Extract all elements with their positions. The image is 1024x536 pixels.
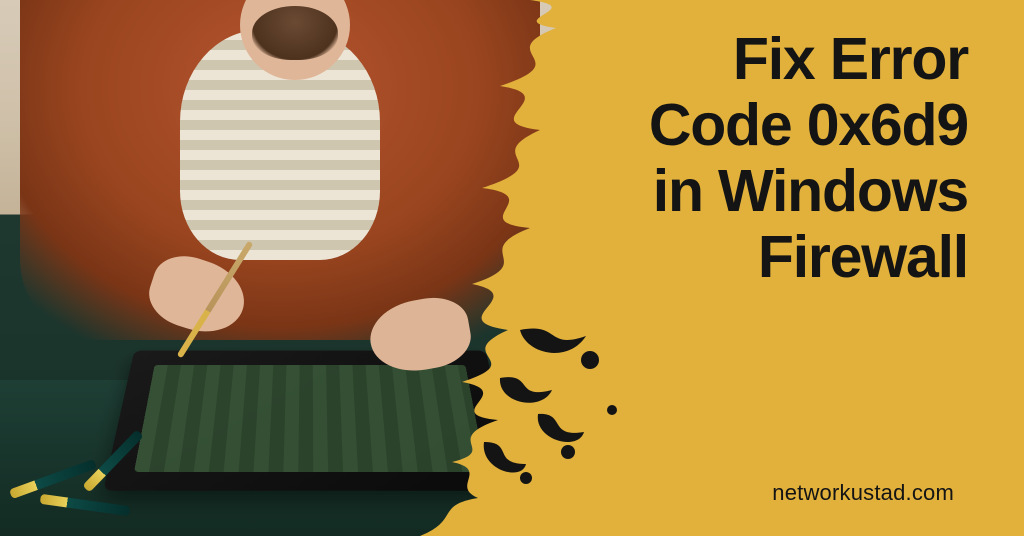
site-credit: networkustad.com — [772, 480, 954, 506]
headline: Fix Error Code 0x6d9 in Windows Firewall — [538, 26, 968, 290]
headline-line: Code 0x6d9 — [649, 92, 968, 158]
hero-photo — [0, 0, 560, 536]
headline-line: Firewall — [758, 224, 968, 290]
headline-line: Fix Error — [733, 26, 968, 92]
headline-line: in Windows — [653, 158, 968, 224]
graphic-banner: Fix Error Code 0x6d9 in Windows Firewall… — [0, 0, 1024, 536]
person-beard — [252, 6, 338, 60]
laptop-motherboard — [134, 365, 486, 472]
